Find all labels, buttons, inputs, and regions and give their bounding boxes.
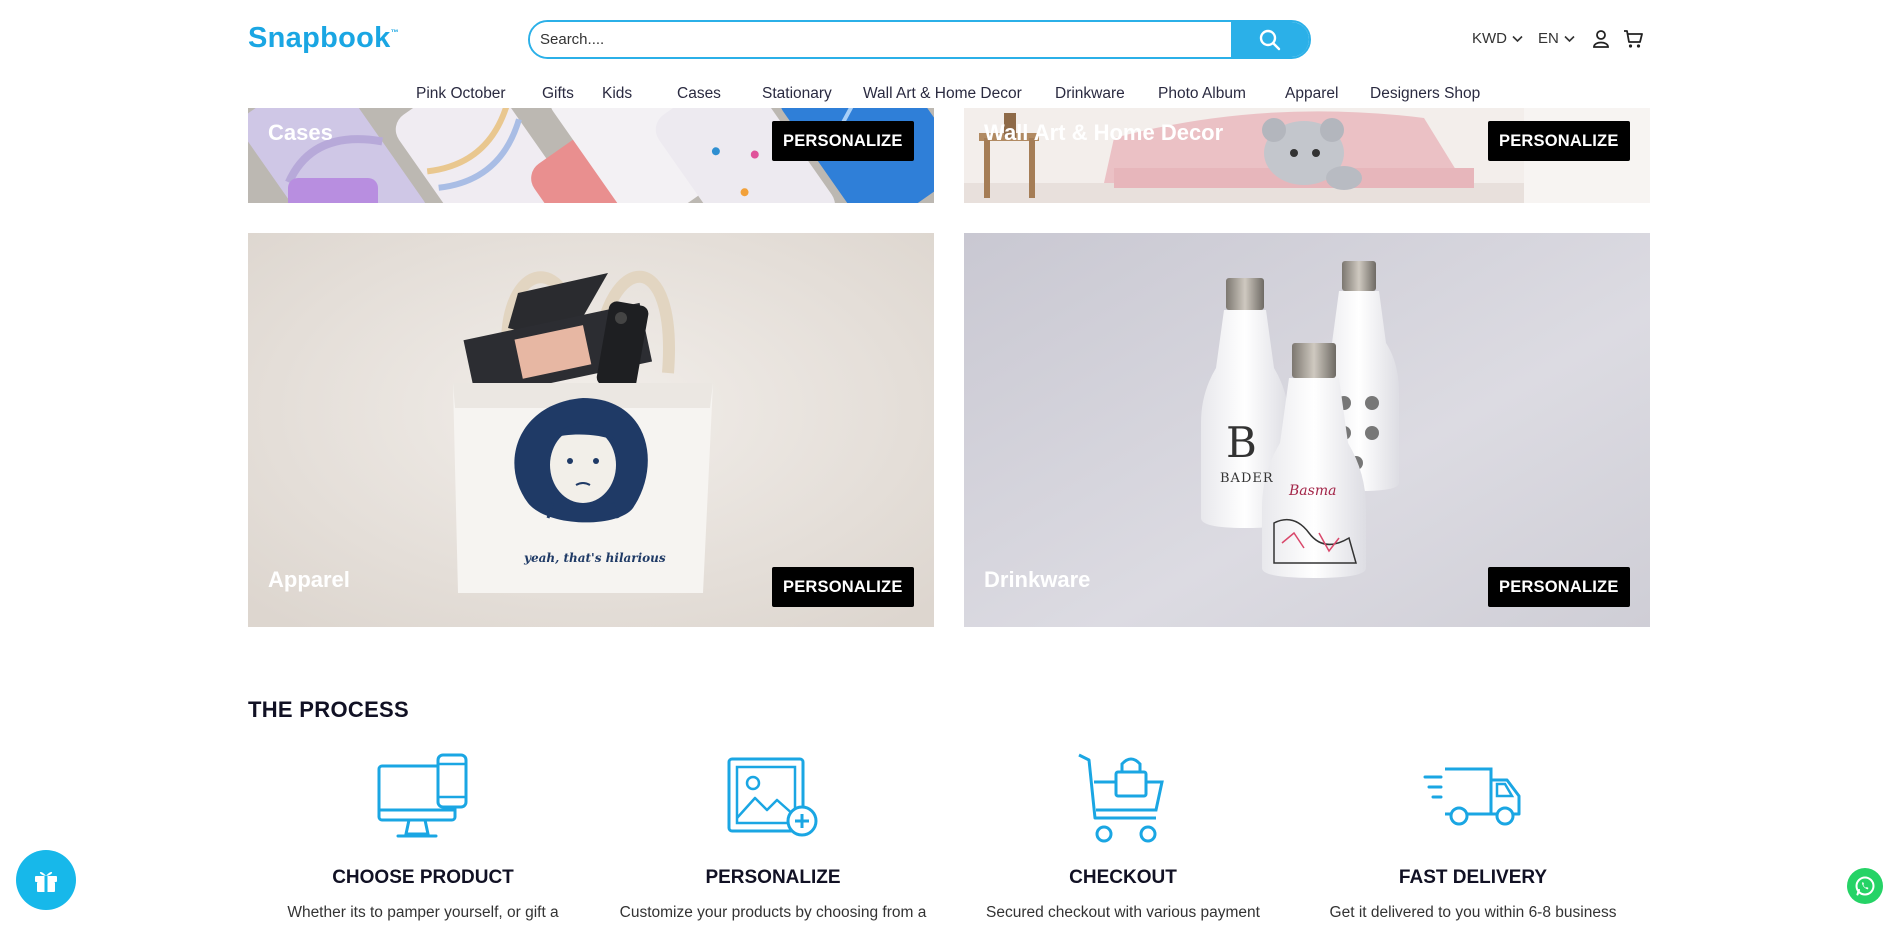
- cart-icon[interactable]: [1623, 29, 1643, 49]
- personalize-button-apparel[interactable]: PERSONALIZE: [772, 567, 914, 607]
- process-step-checkout: CHECKOUT Secured checkout with various p…: [948, 752, 1298, 922]
- nav-photo-album[interactable]: Photo Album: [1158, 85, 1246, 103]
- search-input[interactable]: [530, 22, 1231, 57]
- tile-label-wall-art: Wall Art & Home Decor: [984, 120, 1224, 145]
- step-description: Secured checkout with various payment: [986, 904, 1260, 921]
- chevron-down-icon: [1512, 35, 1523, 42]
- nav-kids[interactable]: Kids: [602, 85, 632, 103]
- bottle-name: BADER: [1220, 471, 1274, 486]
- bottle-script-name: Basma: [1289, 483, 1337, 499]
- category-tile-wall-art[interactable]: Wall Art & Home Decor PERSONALIZE: [964, 108, 1650, 203]
- category-tile-cases[interactable]: Cases PERSONALIZE: [248, 108, 934, 203]
- step-title: CHECKOUT: [1069, 867, 1177, 888]
- personalize-button-cases[interactable]: PERSONALIZE: [772, 121, 914, 161]
- category-tile-apparel[interactable]: yeah, that's hilarious Apparel PERSONALI…: [248, 233, 934, 627]
- language-label: EN: [1538, 30, 1559, 47]
- devices-icon: [377, 753, 468, 838]
- step-title: PERSONALIZE: [705, 867, 841, 888]
- snapbook-logo[interactable]: Snapbook™: [248, 22, 399, 55]
- tote-bag-slogan: yeah, that's hilarious: [524, 551, 666, 565]
- search-button[interactable]: [1231, 22, 1309, 57]
- language-selector[interactable]: EN: [1538, 30, 1575, 47]
- category-tile-drinkware[interactable]: B BADER Basma Drinkware PERSONALIZE: [964, 233, 1650, 627]
- nav-wall-art-home-decor[interactable]: Wall Art & Home Decor: [863, 85, 1022, 103]
- step-description: Whether its to pamper yourself, or gift …: [287, 904, 559, 921]
- gift-icon: [35, 871, 57, 892]
- step-description: Get it delivered to you within 6-8 busin…: [1329, 904, 1617, 921]
- image-plus-icon: [727, 757, 818, 837]
- nav-drinkware[interactable]: Drinkware: [1055, 85, 1125, 103]
- nav-cases[interactable]: Cases: [677, 85, 721, 103]
- delivery-truck-icon: [1423, 767, 1521, 826]
- site-header: Snapbook™ KWD EN Pink October Gifts Kids…: [0, 0, 1897, 108]
- step-title: CHOOSE PRODUCT: [332, 867, 514, 888]
- process-step-fast-delivery: FAST DELIVERY Get it delivered to you wi…: [1298, 752, 1648, 922]
- personalize-button-wall-art[interactable]: PERSONALIZE: [1488, 121, 1630, 161]
- nav-apparel[interactable]: Apparel: [1285, 85, 1338, 103]
- currency-label: KWD: [1472, 30, 1507, 47]
- step-description: Customize your products by choosing from…: [619, 904, 927, 921]
- cart-lock-icon: [1078, 753, 1164, 843]
- tile-label-drinkware: Drinkware: [984, 567, 1091, 592]
- nav-designers-shop[interactable]: Designers Shop: [1370, 85, 1480, 103]
- nav-gifts[interactable]: Gifts: [542, 85, 574, 103]
- process-step-personalize: PERSONALIZE Customize your products by c…: [598, 752, 948, 922]
- nav-pink-october[interactable]: Pink October: [416, 85, 506, 103]
- whatsapp-button[interactable]: [1847, 868, 1883, 904]
- user-account-icon[interactable]: [1592, 29, 1610, 49]
- process-heading: THE PROCESS: [248, 697, 409, 722]
- tile-label-cases: Cases: [268, 120, 333, 145]
- personalize-button-drinkware[interactable]: PERSONALIZE: [1488, 567, 1630, 607]
- tile-label-apparel: Apparel: [268, 567, 350, 592]
- search-icon: [1259, 29, 1281, 50]
- bottle-letter: B: [1226, 418, 1257, 467]
- nav-stationary[interactable]: Stationary: [762, 85, 832, 103]
- category-nav: Pink October Gifts Kids Cases Stationary…: [0, 85, 1897, 107]
- step-title: FAST DELIVERY: [1398, 867, 1548, 888]
- gift-button[interactable]: [16, 850, 76, 910]
- chevron-down-icon: [1564, 35, 1575, 42]
- currency-selector[interactable]: KWD: [1472, 30, 1523, 47]
- process-step-choose-product: CHOOSE PRODUCT Whether its to pamper you…: [248, 752, 598, 922]
- whatsapp-icon: [1855, 876, 1875, 896]
- search-bar: [528, 20, 1311, 59]
